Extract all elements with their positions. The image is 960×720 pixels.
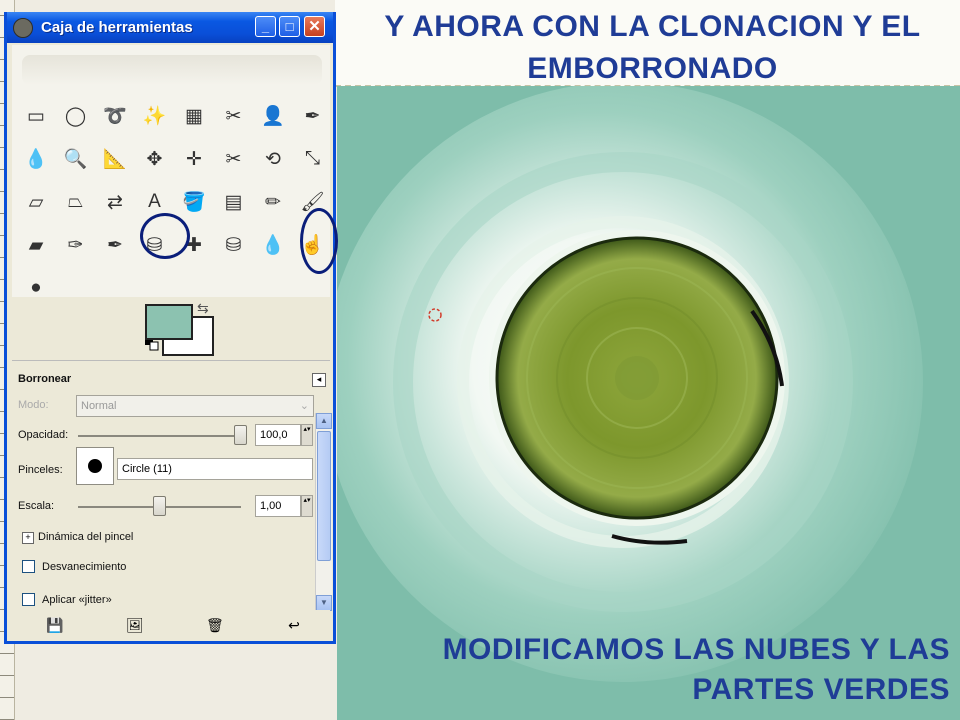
smudge-tool-highlight (300, 208, 338, 274)
reset-options-icon[interactable]: ↩ (286, 617, 302, 633)
rect-select-icon[interactable]: ▭ (20, 100, 52, 132)
maximize-button[interactable]: □ (279, 16, 300, 37)
measure-icon[interactable]: 📐 (99, 143, 131, 175)
options-scrollbar[interactable]: ▲ ▼ (315, 413, 332, 611)
scale-spinner[interactable]: ▴▾ (301, 495, 313, 517)
dodge-burn-icon[interactable]: ● (20, 272, 52, 304)
image-artwork (337, 86, 960, 720)
zoom-icon[interactable]: 🔍 (60, 143, 92, 175)
minimize-button[interactable]: _ (255, 16, 276, 37)
jitter-checkbox[interactable] (22, 593, 35, 606)
fade-checkbox[interactable] (22, 560, 35, 573)
move-icon[interactable]: ✥ (139, 143, 171, 175)
blur-sharpen-icon[interactable]: 💧 (257, 229, 289, 261)
scissors-icon[interactable]: ✂ (218, 100, 250, 132)
color-picker-icon[interactable]: 💧 (20, 143, 52, 175)
brush-name-field[interactable]: Circle (11) (117, 458, 313, 480)
chevron-down-icon: ⌄ (299, 400, 309, 412)
airbrush-icon[interactable]: ✑ (60, 229, 92, 261)
options-bottom-bar: 💾 🖼 🗑 ↩ (12, 610, 330, 640)
foreground-select-icon[interactable]: 👤 (257, 100, 289, 132)
paths-icon[interactable]: ✒ (297, 100, 329, 132)
color-select-icon[interactable]: ▦ (178, 100, 210, 132)
opacity-label: Opacidad: (18, 429, 69, 441)
jitter-label: Aplicar «jitter» (42, 594, 112, 606)
rotate-icon[interactable]: ⟲ (257, 143, 289, 175)
scale-label: Escala: (18, 500, 55, 512)
swap-colors-icon[interactable]: ⇆ (197, 300, 209, 317)
save-options-icon[interactable]: 💾 (46, 617, 63, 633)
opacity-input[interactable]: 100,0 (255, 424, 301, 446)
perspective-clone-icon[interactable]: ⛁ (218, 229, 250, 261)
circle-brush-icon (88, 459, 102, 473)
foreground-color-swatch[interactable] (145, 304, 193, 340)
tool-palette: ▭ ◯ ➰ ✨ ▦ ✂ 👤 ✒ 💧 🔍 📐 ✥ ✛ ✂ ⟲ ⤡ ▱ ⏢ ⇄ A 🪣 ▤ ✏ 🖌 ▰ ✑ ✒ ⛁ ✚ ⛁ 💧 ☝ ● (12, 45, 338, 298)
scale-slider-handle[interactable] (152, 496, 166, 516)
slide-caption: MODIFICAMOS LAS NUBES Y LAS PARTES VERDE… (442, 633, 950, 706)
brush-preview-button[interactable] (76, 447, 114, 485)
perspective-icon[interactable]: ⏢ (60, 186, 92, 218)
slide-title: Y AHORA CON LA CLONACION Y EL EMBORRONAD… (384, 10, 921, 85)
expand-icon[interactable]: + (22, 532, 34, 544)
mode-label: Modo: (18, 399, 49, 411)
opacity-slider-handle[interactable] (234, 425, 247, 445)
delete-options-icon[interactable]: 🗑 (206, 617, 224, 633)
close-button[interactable]: ✕ (304, 16, 325, 37)
mode-value: Normal (81, 400, 117, 412)
restore-options-icon[interactable]: 🖼 (126, 617, 144, 633)
scale-input[interactable]: 1,00 (255, 495, 301, 517)
shear-icon[interactable]: ▱ (20, 186, 52, 218)
eraser-icon[interactable]: ▰ (20, 229, 52, 261)
gimp-app-icon (13, 18, 33, 38)
title-bar[interactable]: Caja de herramientas _ □ ✕ (7, 12, 333, 43)
scale-icon[interactable]: ⤡ (297, 143, 329, 175)
scroll-thumb[interactable] (317, 431, 331, 561)
dynamics-expander[interactable]: Dinámica del pincel (38, 531, 133, 543)
fuzzy-select-icon[interactable]: ✨ (139, 100, 171, 132)
opacity-slider[interactable] (78, 435, 241, 437)
toolbox-window: Caja de herramientas _ □ ✕ ▭ ◯ ➰ ✨ ▦ ✂ 👤 ✒ 💧 🔍 📐 ✥ ✛… (4, 12, 338, 644)
tool-options-panel: Borronear ◂ Modo: Normal ⌄ Opacidad: 100,… (12, 360, 332, 611)
opacity-spinner[interactable]: ▴▾ (301, 424, 313, 446)
brushes-label: Pinceles: (18, 464, 63, 476)
align-icon[interactable]: ✛ (178, 143, 210, 175)
blend-icon[interactable]: ▤ (218, 186, 250, 218)
pencil-icon[interactable]: ✏ (257, 186, 289, 218)
window-title: Caja de herramientas (41, 19, 193, 36)
image-canvas[interactable] (337, 86, 960, 720)
fade-label: Desvanecimiento (42, 561, 127, 573)
options-menu-icon[interactable]: ◂ (312, 373, 326, 387)
mode-select[interactable]: Normal ⌄ (76, 395, 314, 417)
ellipse-select-icon[interactable]: ◯ (60, 100, 92, 132)
crop-icon[interactable]: ✂ (218, 143, 250, 175)
clone-tool-highlight (140, 213, 190, 259)
scroll-up-button[interactable]: ▲ (316, 413, 332, 429)
free-select-icon[interactable]: ➰ (99, 100, 131, 132)
flip-icon[interactable]: ⇄ (99, 186, 131, 218)
tool-options-title: Borronear (18, 373, 72, 385)
scroll-down-button[interactable]: ▼ (316, 595, 332, 611)
wilber-decoration (22, 55, 322, 85)
bucket-fill-icon[interactable]: 🪣 (178, 186, 210, 218)
ink-icon[interactable]: ✒ (99, 229, 131, 261)
